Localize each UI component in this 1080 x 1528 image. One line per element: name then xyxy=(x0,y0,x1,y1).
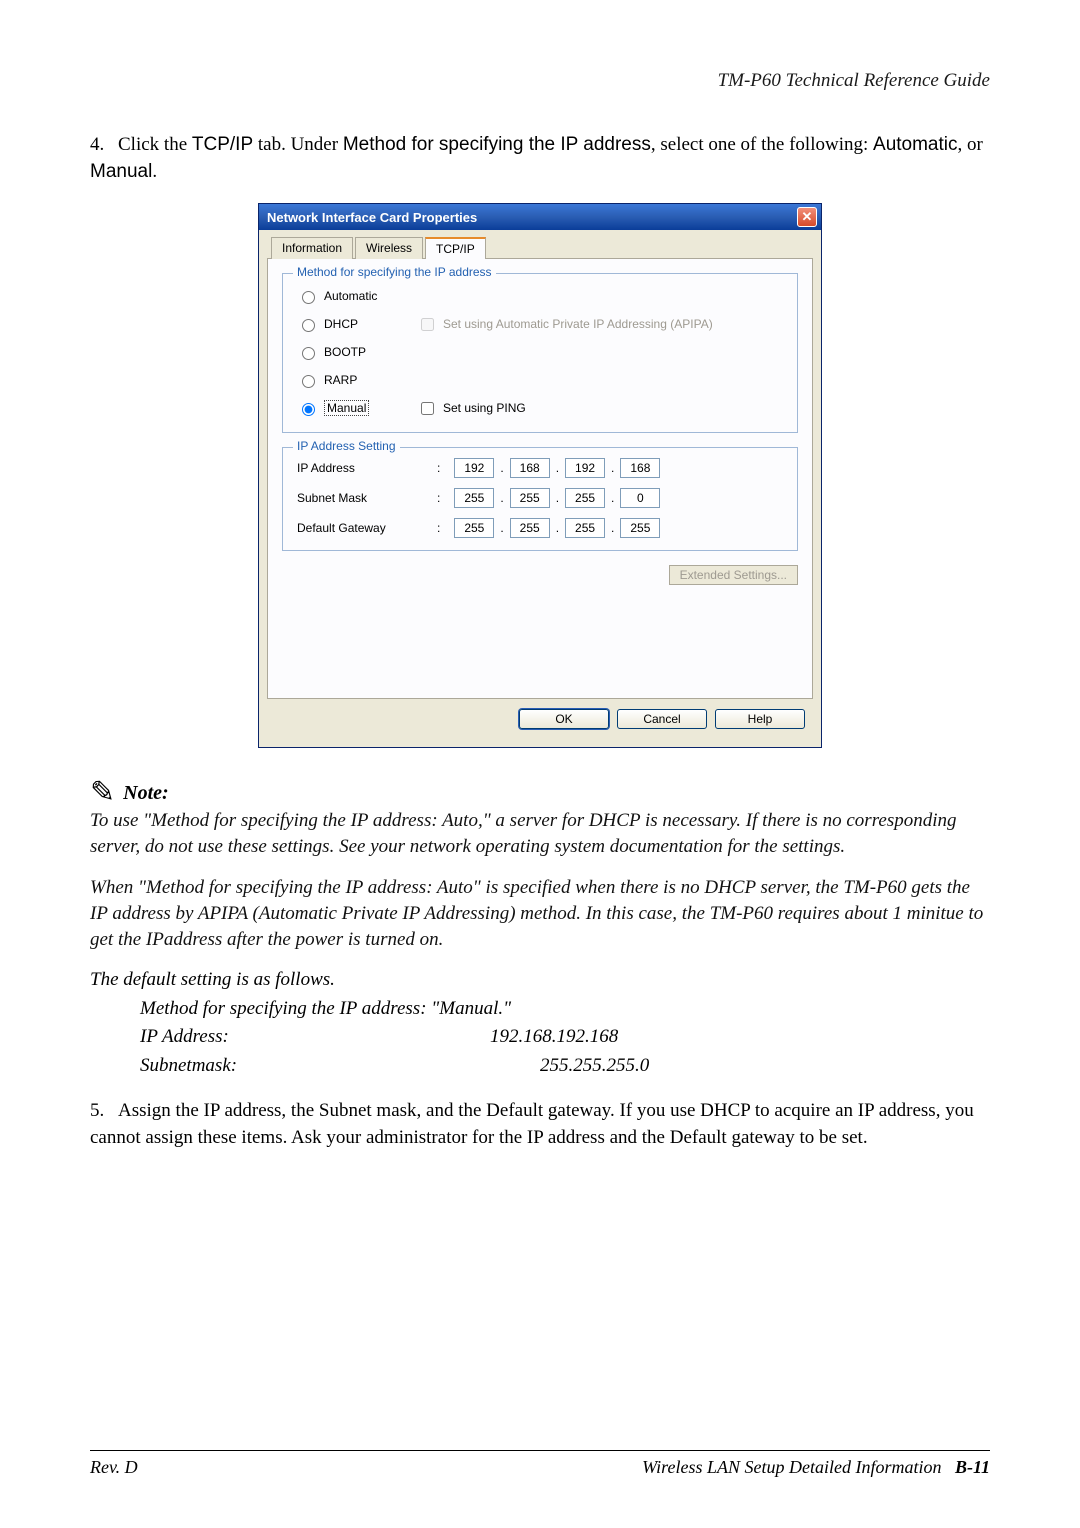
footer-rev: Rev. D xyxy=(90,1457,138,1478)
mask-oct4[interactable] xyxy=(620,488,660,508)
tab-tcpip[interactable]: TCP/IP xyxy=(425,237,486,259)
page-footer: Rev. D Wireless LAN Setup Detailed Infor… xyxy=(90,1450,990,1478)
gateway-label: Default Gateway xyxy=(297,521,437,535)
ping-checkbox-row[interactable]: Set using PING xyxy=(417,399,783,418)
tab-wireless[interactable]: Wireless xyxy=(355,237,423,259)
tab-strip: Information Wireless TCP/IP xyxy=(267,236,813,259)
ip-group-title: IP Address Setting xyxy=(293,439,400,453)
radio-bootp-input[interactable] xyxy=(302,347,315,360)
footer-page: B-11 xyxy=(955,1457,990,1477)
radio-dhcp-input[interactable] xyxy=(302,319,315,332)
defaults-ip-label: IP Address: xyxy=(90,1023,270,1052)
note-label: Note: xyxy=(123,782,169,805)
radio-bootp[interactable]: BOOTP xyxy=(297,344,417,360)
radio-dhcp[interactable]: DHCP xyxy=(297,316,417,332)
method-groupbox: Method for specifying the IP address Aut… xyxy=(282,273,798,433)
gw-oct2[interactable] xyxy=(510,518,550,538)
radio-manual[interactable]: Manual xyxy=(297,400,417,416)
gw-oct4[interactable] xyxy=(620,518,660,538)
step-5-text: Assign the IP address, the Subnet mask, … xyxy=(90,1100,974,1148)
step-4-number: 4. xyxy=(90,132,118,159)
ip-oct1[interactable] xyxy=(454,458,494,478)
default-settings-block: The default setting is as follows. Metho… xyxy=(90,966,990,1080)
close-icon[interactable]: ✕ xyxy=(797,207,817,227)
mask-oct1[interactable] xyxy=(454,488,494,508)
radio-automatic-input[interactable] xyxy=(302,291,315,304)
defaults-ip-value: 192.168.192.168 xyxy=(270,1023,618,1052)
step-5: 5.Assign the IP address, the Subnet mask… xyxy=(90,1098,990,1151)
tab-information[interactable]: Information xyxy=(271,237,353,259)
ip-address-label: IP Address xyxy=(297,461,437,475)
gateway-field: : . . . xyxy=(437,518,783,538)
ip-address-field: : . . . xyxy=(437,458,783,478)
radio-automatic[interactable]: Automatic xyxy=(297,288,417,304)
subnet-mask-field: : . . . xyxy=(437,488,783,508)
dialog-titlebar[interactable]: Network Interface Card Properties ✕ xyxy=(259,204,821,230)
ip-oct2[interactable] xyxy=(510,458,550,478)
ping-checkbox[interactable] xyxy=(421,402,434,415)
apipa-checkbox-row: Set using Automatic Private IP Addressin… xyxy=(417,315,783,334)
defaults-mask-label: Subnetmask: xyxy=(90,1052,270,1081)
ip-oct4[interactable] xyxy=(620,458,660,478)
subnet-mask-label: Subnet Mask xyxy=(297,491,437,505)
defaults-method: Method for specifying the IP address: "M… xyxy=(90,995,990,1024)
properties-dialog: Network Interface Card Properties ✕ Info… xyxy=(258,203,822,748)
radio-rarp[interactable]: RARP xyxy=(297,372,417,388)
note-heading: ✎ Note: xyxy=(90,778,990,808)
method-group-title: Method for specifying the IP address xyxy=(293,265,496,279)
cancel-button[interactable]: Cancel xyxy=(617,709,707,729)
radio-rarp-input[interactable] xyxy=(302,375,315,388)
footer-section: Wireless LAN Setup Detailed Information xyxy=(642,1457,941,1477)
ip-groupbox: IP Address Setting IP Address : . . . Su… xyxy=(282,447,798,551)
ip-oct3[interactable] xyxy=(565,458,605,478)
defaults-mask-value: 255.255.255.0 xyxy=(270,1052,649,1081)
note-paragraph-1: To use "Method for specifying the IP add… xyxy=(90,808,990,859)
doc-header: TM-P60 Technical Reference Guide xyxy=(90,70,990,92)
apipa-checkbox xyxy=(421,318,434,331)
ok-button[interactable]: OK xyxy=(519,709,609,729)
mask-oct3[interactable] xyxy=(565,488,605,508)
note-paragraph-2: When "Method for specifying the IP addre… xyxy=(90,875,990,952)
help-button[interactable]: Help xyxy=(715,709,805,729)
note-icon: ✎ xyxy=(90,778,115,808)
gw-oct3[interactable] xyxy=(565,518,605,538)
mask-oct2[interactable] xyxy=(510,488,550,508)
extended-settings-button: Extended Settings... xyxy=(669,565,798,585)
dialog-title: Network Interface Card Properties xyxy=(267,210,477,225)
defaults-head: The default setting is as follows. xyxy=(90,966,990,995)
gw-oct1[interactable] xyxy=(454,518,494,538)
step-4: 4.Click the TCP/IP tab. Under Method for… xyxy=(90,132,990,185)
radio-manual-input[interactable] xyxy=(302,403,315,416)
step-5-number: 5. xyxy=(90,1098,118,1125)
